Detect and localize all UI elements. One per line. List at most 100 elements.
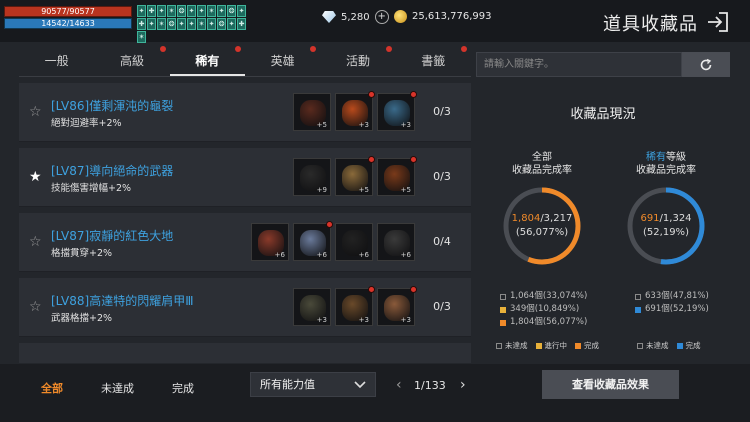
tab-2[interactable]: 稀有 [169, 46, 245, 76]
tab-4[interactable]: 活動 [320, 46, 395, 76]
tab-3[interactable]: 英雄 [245, 46, 320, 76]
rare-percent: (52,19%) [643, 227, 689, 238]
buff-icon: ✦ [237, 5, 246, 17]
item-enhance-level: +6 [316, 251, 327, 259]
filter-all[interactable]: 全部 [41, 380, 63, 396]
favorite-star-icon[interactable]: ☆ [29, 235, 42, 249]
notification-dot [368, 286, 375, 293]
diamond-currency: 5,280 + [322, 10, 389, 24]
total-stat-complete: 1,804個(56,077%) [500, 316, 587, 329]
item-enhance-level: +3 [358, 316, 369, 324]
favorite-star-icon[interactable]: ★ [29, 170, 42, 184]
buff-icon: ✚ [237, 18, 246, 30]
item-slot[interactable]: +6 [293, 221, 333, 261]
rare-grade-suffix: 等級 [666, 152, 686, 163]
buff-icon: ✦ [227, 18, 236, 30]
gold-amount: 25,613,776,993 [412, 11, 492, 22]
item-slot[interactable]: +5 [377, 156, 417, 196]
notification-dot [368, 156, 375, 163]
mp-bar: 14542/14633 [4, 18, 132, 29]
buff-icon: ✦ [137, 5, 146, 17]
collection-count: 0/3 [433, 170, 451, 183]
total-stat-inprogress: 349個(10,849%) [500, 303, 587, 316]
refresh-button[interactable] [682, 52, 730, 77]
collection-row-partial[interactable] [19, 343, 471, 363]
buff-icon: ✦ [177, 18, 186, 30]
stat-filter-dropdown[interactable]: 所有能力值 [250, 372, 376, 397]
item-slot[interactable]: +3 [335, 91, 375, 131]
collection-effect: 武器格擋+2% [51, 313, 113, 324]
collection-row[interactable]: ☆ [LV87]寂靜的紅色大地 格擋貫穿+2% +6 +6 +6 +6 0/4 [19, 213, 471, 272]
search-input[interactable]: 請輸入關鍵字。 [476, 52, 682, 77]
item-slot[interactable]: +3 [377, 286, 417, 326]
item-slot[interactable]: +5 [335, 156, 375, 196]
total-stat-incomplete-text: 1,064個(33,074%) [510, 291, 588, 301]
item-slot[interactable]: +3 [293, 288, 331, 326]
legend-swatch [637, 342, 643, 349]
complete-swatch [635, 306, 641, 313]
collection-name: [LV86]僅剩渾沌的龜裂 [51, 99, 174, 113]
rare-stat-incomplete-text: 633個(47,81%) [645, 291, 709, 301]
rare-completion-title: 稀有等級 收藏品完成率 [606, 151, 726, 177]
notification-dot [159, 46, 166, 52]
collection-list[interactable]: ☆ [LV86]僅剩渾沌的龜裂 絕對迴避率+2% +5 +3 +3 0/3 ★ [LV87]導向… [19, 83, 471, 363]
collection-effect: 技能傷害增幅+2% [51, 183, 132, 194]
collection-row[interactable]: ★ [LV87]導向絕命的武器 技能傷害增幅+2% +9 +5 +5 0/3 [19, 148, 471, 207]
next-page-button[interactable]: › [460, 377, 466, 393]
collection-count: 0/3 [433, 105, 451, 118]
refresh-icon [700, 58, 712, 70]
buff-icon: ✚ [147, 5, 156, 17]
favorite-star-icon[interactable]: ☆ [29, 300, 42, 314]
collection-row[interactable]: ☆ [LV88]高達特的閃耀肩甲Ⅲ 武器格擋+2% +3 +3 +3 0/3 [19, 278, 471, 337]
total-stat-inprogress-text: 349個(10,849%) [510, 304, 580, 314]
total-completed-value: 1,804 [511, 213, 541, 224]
diamond-icon [322, 11, 336, 23]
tab-5[interactable]: 書籤 [396, 46, 471, 76]
favorite-star-icon[interactable]: ☆ [29, 105, 42, 119]
tab-0[interactable]: 一般 [19, 47, 94, 76]
filter-incomplete[interactable]: 未達成 [101, 380, 134, 396]
buff-icon: ✦ [187, 5, 196, 17]
exit-button[interactable] [706, 11, 730, 33]
legend-label: 完成 [685, 341, 701, 350]
item-slot[interactable]: +3 [377, 91, 417, 131]
rare-count: /1,324 [659, 213, 692, 224]
total-percent: (56,077%) [515, 227, 569, 238]
grade-tabs: 一般 高級 稀有 英雄 活動 書籤 [19, 46, 471, 77]
tab-1[interactable]: 高級 [94, 46, 169, 76]
item-slot[interactable]: +3 [335, 286, 375, 326]
rare-legend: 未達成 完成 [637, 340, 701, 351]
buff-icon: ❂ [217, 18, 226, 30]
item-slots: +6 +6 +6 +6 [251, 221, 415, 261]
tab-label: 書籤 [421, 54, 446, 68]
item-enhance-level: +6 [358, 251, 369, 259]
item-slot[interactable]: +6 [251, 223, 289, 261]
notification-dot [310, 46, 317, 52]
item-slot[interactable]: +6 [377, 223, 415, 261]
legend-swatch [575, 342, 581, 349]
view-effects-button[interactable]: 查看收藏品效果 [542, 370, 679, 399]
buff-icon: ❂ [167, 18, 176, 30]
exit-icon [708, 12, 728, 32]
legend-label: 完成 [584, 341, 599, 350]
total-completion-title: 全部 收藏品完成率 [482, 151, 602, 177]
incomplete-swatch [500, 293, 506, 300]
legend-complete: 完成 [676, 340, 701, 351]
tab-label: 稀有 [195, 54, 220, 68]
filter-complete[interactable]: 完成 [172, 380, 194, 396]
notification-dot [410, 91, 417, 98]
item-slot[interactable]: +5 [293, 93, 331, 131]
buff-icon: ✦ [207, 18, 216, 30]
tab-label: 活動 [345, 54, 370, 68]
total-stat-incomplete: 1,064個(33,074%) [500, 290, 587, 303]
collection-row[interactable]: ☆ [LV86]僅剩渾沌的龜裂 絕對迴避率+2% +5 +3 +3 0/3 [19, 83, 471, 142]
total-count: /3,217 [540, 213, 573, 224]
add-diamond-button[interactable]: + [374, 10, 389, 24]
item-slot[interactable]: +6 [335, 223, 373, 261]
item-slot[interactable]: +9 [293, 158, 331, 196]
prev-page-button[interactable]: ‹ [396, 377, 402, 393]
buff-icon: ✦ [217, 5, 226, 17]
legend-swatch [496, 342, 502, 349]
buff-icon: ✦ [147, 18, 156, 30]
notification-dot [410, 156, 417, 163]
